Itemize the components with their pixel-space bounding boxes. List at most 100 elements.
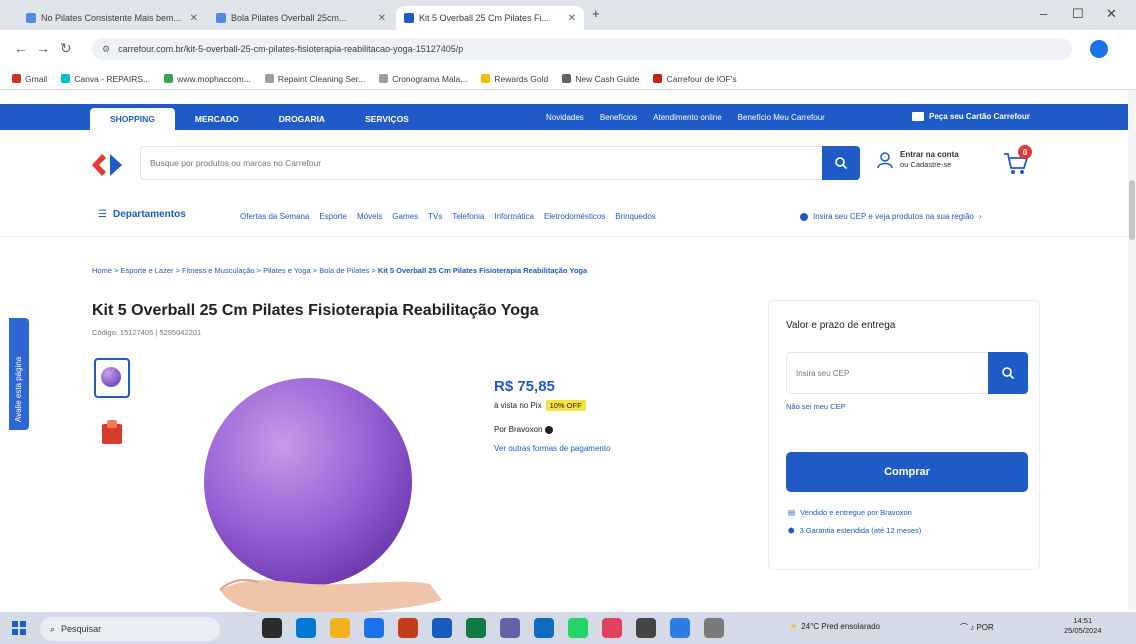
payment-options-link[interactable]: Ver outras formas de pagamento [494, 444, 611, 453]
hamburger-icon: ☰ [98, 209, 107, 220]
window-close-icon[interactable]: ✕ [1106, 6, 1117, 22]
ball-thumbnail-icon [101, 367, 121, 387]
tab-mercado[interactable]: Mercado [175, 108, 259, 130]
account-link[interactable]: Entrar na conta ou Cadastre-se [876, 150, 959, 170]
category-link[interactable]: Telefonia [452, 212, 484, 221]
outlook-icon[interactable] [534, 618, 554, 638]
breadcrumb[interactable]: Home > Esporte e Lazer > Fitness e Muscu… [92, 266, 587, 275]
seller-info[interactable]: Por Bravoxon [494, 425, 554, 434]
app-icon[interactable] [602, 618, 622, 638]
browser-tab-3[interactable]: Kit 5 Overball 25 Cm Pilates Fi... ✕ [396, 6, 584, 30]
feedback-label: Avalie esta página [14, 356, 23, 422]
cep-prompt-link[interactable]: Insira seu CEP e veja produtos na sua re… [800, 212, 982, 221]
bookmark-item[interactable]: Rewards Gold [481, 74, 548, 84]
bookmark-item[interactable]: www.mophaccom... [164, 74, 251, 84]
tab-favicon-icon [26, 13, 36, 23]
reload-icon[interactable]: ↻ [60, 40, 72, 57]
system-tray[interactable]: ⌒ ♪ POR [960, 622, 994, 633]
no-cep-link[interactable]: Não sei meu CEP [786, 402, 846, 411]
cep-prompt-text: Insira seu CEP e veja produtos na sua re… [813, 212, 974, 221]
app-icon[interactable] [704, 618, 724, 638]
close-icon[interactable]: ✕ [562, 13, 576, 24]
scrollbar-thumb[interactable] [1129, 180, 1135, 240]
search-icon [1002, 367, 1015, 380]
search-input[interactable] [150, 146, 810, 180]
tab-drogaria[interactable]: Drogaria [259, 108, 345, 130]
site-info-icon[interactable]: ⚙ [102, 44, 110, 55]
sold-by-info[interactable]: ▤ Vendido e entregue por Bravoxon [788, 508, 912, 517]
bookmark-item[interactable]: Canva - REPAIRS... [61, 74, 150, 84]
product-thumbnail-1[interactable] [94, 358, 130, 398]
bookmark-item[interactable]: Carrefour de IOF's [653, 74, 737, 84]
address-bar[interactable]: ⚙ carrefour.com.br/kit-5-overball-25-cm-… [92, 38, 1072, 60]
powerpoint-icon[interactable] [398, 618, 418, 638]
search-button[interactable] [822, 146, 860, 180]
forward-icon[interactable]: → [36, 40, 50, 56]
file-explorer-icon[interactable] [330, 618, 350, 638]
category-link[interactable]: Eletrodomésticos [544, 212, 605, 221]
windows-start-icon[interactable] [12, 621, 26, 635]
back-icon[interactable]: ← [14, 40, 28, 56]
category-link[interactable]: TVs [428, 212, 442, 221]
app-icon[interactable] [670, 618, 690, 638]
product-thumbnail-2[interactable] [94, 412, 130, 452]
app-icon[interactable] [636, 618, 656, 638]
cep-input[interactable] [796, 352, 976, 394]
maximize-icon[interactable]: ☐ [1072, 6, 1084, 22]
top-link[interactable]: Benefícios [600, 113, 637, 122]
task-view-icon[interactable] [262, 618, 282, 638]
gmail-icon [12, 74, 21, 83]
category-link[interactable]: Informática [494, 212, 534, 221]
bookmark-item[interactable]: New Cash Guide [562, 74, 639, 84]
top-link[interactable]: Novidades [546, 113, 584, 122]
tab-servicos[interactable]: Serviços [345, 108, 429, 130]
scrollbar[interactable] [1128, 90, 1136, 610]
canva-icon [61, 74, 71, 83]
category-link[interactable]: Brinquedos [615, 212, 655, 221]
folder-icon [379, 74, 389, 83]
site-icon [562, 74, 572, 83]
taskbar-clock[interactable]: 14:51 25/05/2024 [1064, 616, 1102, 636]
category-link[interactable]: Ofertas da Semana [240, 212, 309, 221]
category-link[interactable]: Móveis [357, 212, 382, 221]
shield-icon: ⬢ [788, 526, 795, 535]
cep-search-button[interactable] [988, 352, 1028, 394]
folder-icon [264, 74, 274, 83]
chrome-icon[interactable] [364, 618, 384, 638]
new-tab-icon[interactable]: + [592, 6, 600, 21]
tab-shopping[interactable]: Shopping [90, 108, 175, 130]
feedback-side-tab[interactable]: Avalie esta página [9, 318, 29, 430]
top-link[interactable]: Benefício Meu Carrefour [738, 113, 825, 122]
bookmark-item[interactable]: Gmail [12, 74, 47, 84]
teams-icon[interactable] [500, 618, 520, 638]
breadcrumb-current: Kit 5 Overball 25 Cm Pilates Fisioterapi… [377, 266, 588, 275]
top-link[interactable]: Atendimento online [653, 113, 722, 122]
guarantee-info[interactable]: ⬢ 3 Garantia estendida (até 12 meses) [788, 526, 921, 535]
edge-icon[interactable] [296, 618, 316, 638]
taskbar-search[interactable]: ⌕ Pesquisar [40, 617, 220, 641]
category-nav: Ofertas da Semana Esporte Móveis Games T… [240, 212, 656, 221]
sun-icon: ☀ [790, 622, 798, 631]
chevron-right-icon: › [978, 212, 982, 221]
tab-favicon-icon [216, 13, 226, 23]
departments-menu[interactable]: ☰ Departamentos [98, 209, 186, 220]
bookmark-item[interactable]: Repaint Cleaning Ser... [264, 74, 365, 84]
browser-tab-2[interactable]: Bola Pilates Overball 25cm... ✕ [208, 6, 394, 30]
bookmark-item[interactable]: Cronograma Mala... [379, 74, 467, 84]
excel-icon[interactable] [466, 618, 486, 638]
carrefour-logo[interactable] [88, 150, 128, 180]
close-icon[interactable]: ✕ [372, 13, 386, 24]
buy-button[interactable]: Comprar [786, 452, 1028, 492]
whatsapp-icon[interactable] [568, 618, 588, 638]
url-text: carrefour.com.br/kit-5-overball-25-cm-pi… [118, 44, 464, 54]
profile-avatar[interactable] [1090, 40, 1108, 58]
minimize-icon[interactable]: – [1040, 6, 1047, 21]
breadcrumb-path[interactable]: Home > Esporte e Lazer > Fitness e Muscu… [92, 266, 378, 275]
category-link[interactable]: Games [392, 212, 418, 221]
taskbar-weather[interactable]: ☀ 24°C Pred ensolarado [790, 622, 880, 631]
browser-tab-1[interactable]: No Pilates Consistente Mais bem... ✕ [18, 6, 206, 30]
card-link[interactable]: Peça seu Cartão Carrefour [912, 112, 1030, 121]
category-link[interactable]: Esporte [319, 212, 347, 221]
close-icon[interactable]: ✕ [184, 13, 198, 24]
word-icon[interactable] [432, 618, 452, 638]
